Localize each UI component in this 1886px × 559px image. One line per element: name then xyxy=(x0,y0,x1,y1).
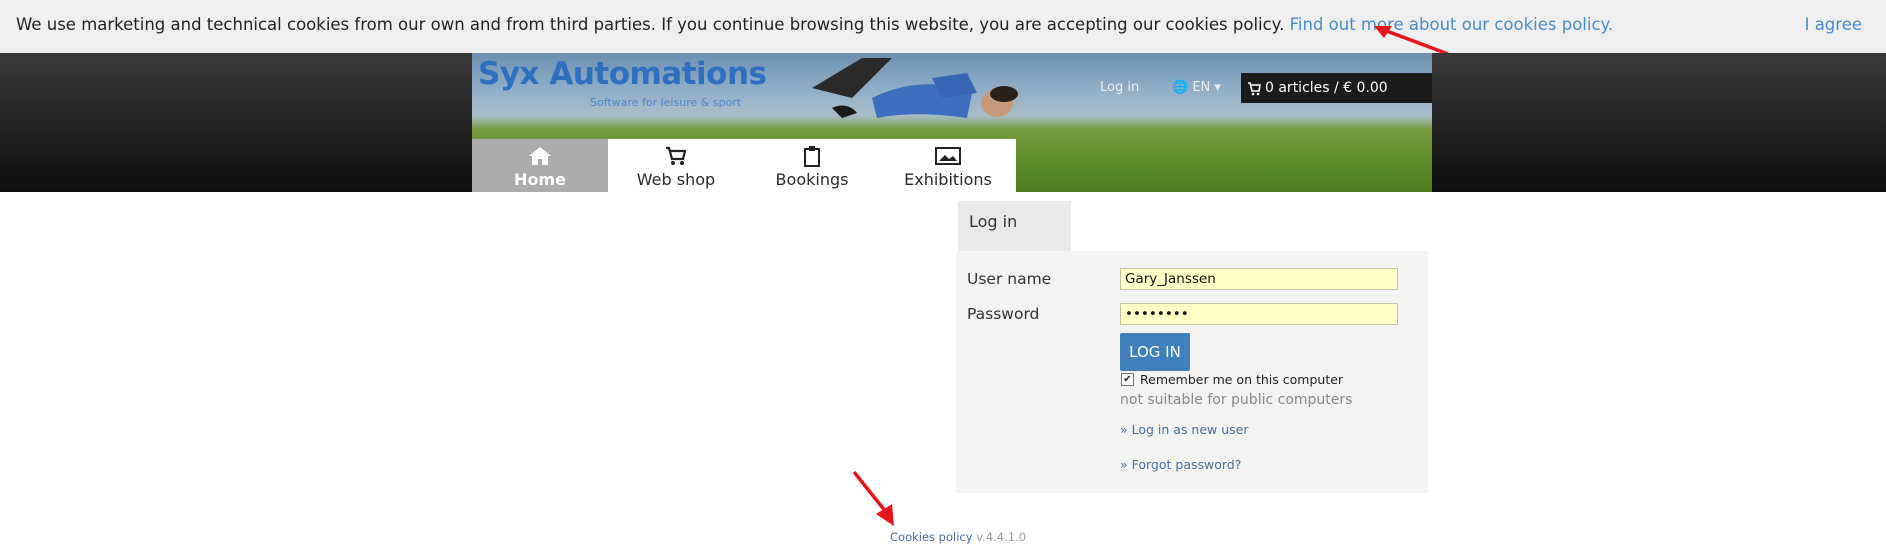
remember-hint: not suitable for public computers xyxy=(1120,392,1353,408)
new-user-link[interactable]: » Log in as new user xyxy=(1120,422,1249,437)
tab-login[interactable]: Log in xyxy=(958,201,1071,251)
password-field[interactable] xyxy=(1120,303,1398,325)
cart-text: 0 articles / € 0.00 xyxy=(1265,80,1388,96)
nav-label-exhibitions: Exhibitions xyxy=(904,170,992,189)
logo-subtitle: Software for leisure & sport xyxy=(590,96,742,109)
cookie-policy-link[interactable]: Find out more about our cookies policy. xyxy=(1290,15,1614,34)
cart-icon xyxy=(1248,82,1261,96)
cookie-message: We use marketing and technical cookies f… xyxy=(16,15,1285,34)
globe-icon: 🌐 xyxy=(1172,80,1189,95)
banner-person-image xyxy=(812,58,1018,118)
footer: Cookies policy v.4.4.1.0 xyxy=(890,530,1026,544)
annotation-arrow-bottom xyxy=(852,470,894,526)
nav-label-bookings: Bookings xyxy=(775,170,849,189)
picture-icon xyxy=(935,147,961,165)
remember-checkbox[interactable]: ✔ xyxy=(1121,373,1134,386)
username-label: User name xyxy=(967,270,1052,288)
nav-item-home[interactable]: Home xyxy=(472,139,608,192)
version-text: v.4.4.1.0 xyxy=(976,530,1027,544)
login-button[interactable]: LOG IN xyxy=(1120,333,1190,371)
site-header: Syx Automations Software for leisure & s… xyxy=(0,53,1886,192)
cookies-policy-link[interactable]: Cookies policy xyxy=(890,530,973,544)
nav-label-home: Home xyxy=(514,170,566,189)
chevron-down-icon: ▾ xyxy=(1214,80,1221,95)
nav-item-bookings[interactable]: Bookings xyxy=(744,139,880,192)
agree-button[interactable]: I agree xyxy=(1805,15,1862,34)
tab-login-label: Log in xyxy=(969,212,1018,231)
clipboard-icon xyxy=(804,146,820,167)
remember-label: Remember me on this computer xyxy=(1140,372,1344,387)
home-icon xyxy=(529,147,551,165)
main-nav: Home Web shop Bookings Exhibitions xyxy=(472,139,1016,192)
nav-item-web-shop[interactable]: Web shop xyxy=(608,139,744,192)
banner-image: Syx Automations Software for leisure & s… xyxy=(472,53,1432,192)
forgot-password-link[interactable]: » Forgot password? xyxy=(1120,457,1241,472)
cart-summary[interactable]: 0 articles / € 0.00 xyxy=(1241,73,1432,103)
site-logo[interactable]: Syx Automations xyxy=(478,56,767,92)
login-panel: User name Password LOG IN ✔ Remember me … xyxy=(956,251,1428,493)
nav-label-web-shop: Web shop xyxy=(636,170,716,189)
language-selector[interactable]: 🌐 EN ▾ xyxy=(1172,80,1221,95)
username-field[interactable] xyxy=(1120,268,1398,290)
cookie-bar: We use marketing and technical cookies f… xyxy=(0,0,1886,53)
cart-icon xyxy=(666,146,687,165)
password-label: Password xyxy=(967,305,1040,323)
header-login-link[interactable]: Log in xyxy=(1100,80,1139,95)
nav-item-exhibitions[interactable]: Exhibitions xyxy=(880,139,1016,192)
language-code: EN xyxy=(1192,80,1211,95)
